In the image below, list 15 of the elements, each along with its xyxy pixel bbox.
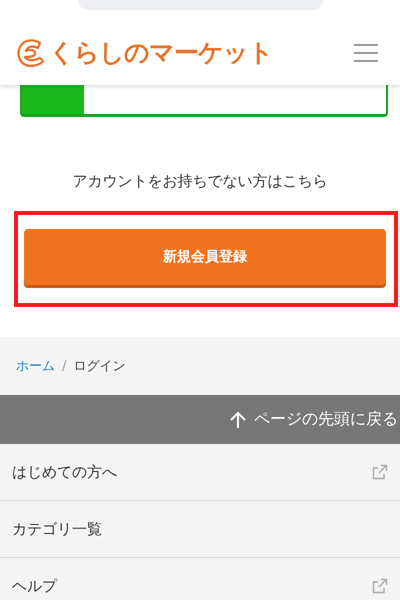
footer-link[interactable]: はじめての方へ xyxy=(0,444,400,501)
logo-text[interactable]: くらしのマーケット xyxy=(49,36,273,69)
menu-icon[interactable] xyxy=(354,44,378,62)
signup-button[interactable]: 新規会員登録 xyxy=(24,229,386,285)
breadcrumb-current: ログイン xyxy=(73,358,126,375)
signup-prompt: アカウントをお持ちでない方はこちら xyxy=(72,172,328,191)
breadcrumb-link[interactable]: ホーム xyxy=(16,357,55,375)
external-link-icon xyxy=(372,464,388,480)
mascot-logo-icon xyxy=(16,36,46,68)
external-link-icon xyxy=(372,578,388,594)
breadcrumb-separator: / xyxy=(62,358,66,374)
back-to-top-button[interactable]: ページの先頭に戻る xyxy=(0,395,400,444)
footer-link[interactable]: ヘルプ xyxy=(0,558,400,600)
up-arrow-icon xyxy=(230,410,246,428)
footer-link[interactable]: カテゴリ一覧 xyxy=(0,501,400,558)
